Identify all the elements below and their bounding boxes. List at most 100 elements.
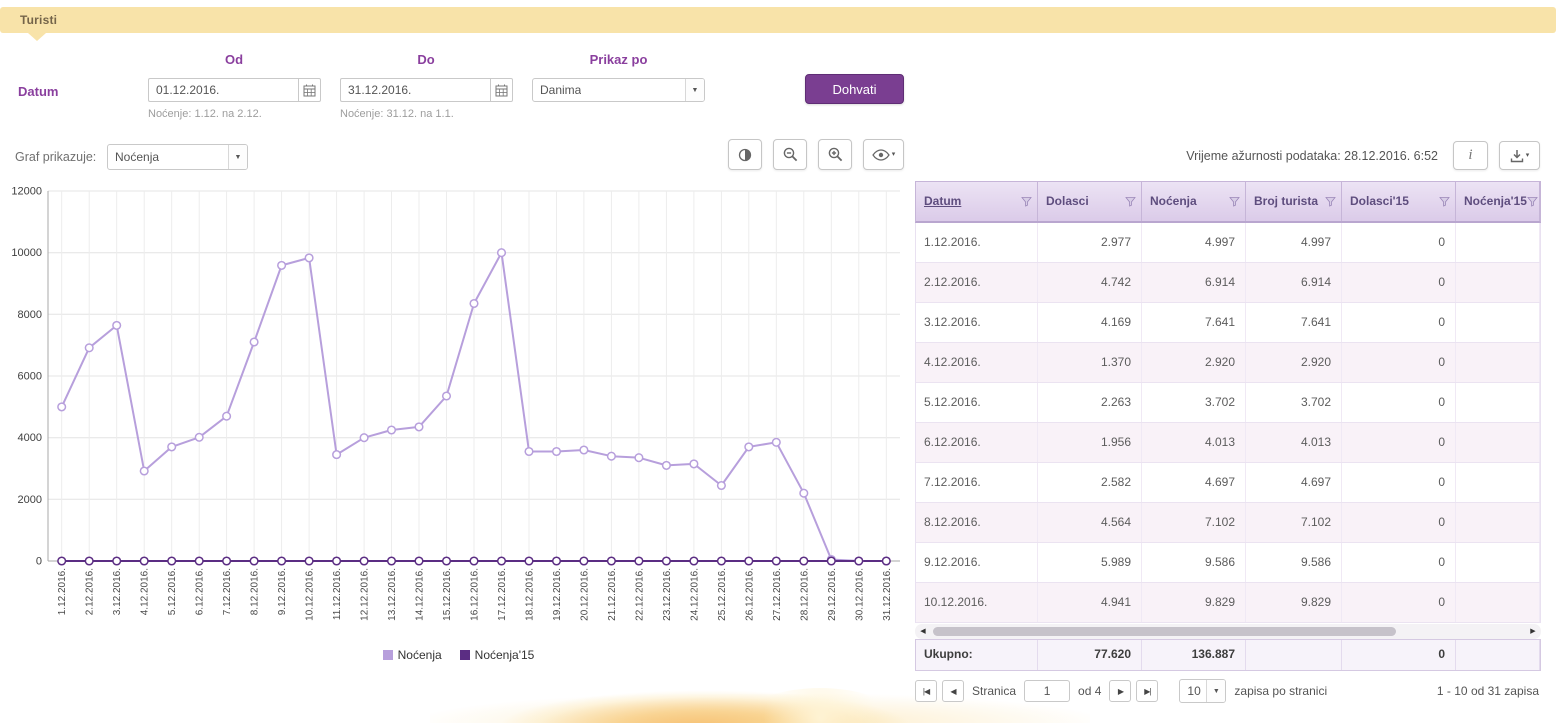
total-cell: 0 [1342, 640, 1456, 670]
table-cell: 9.586 [1142, 543, 1246, 582]
table-row[interactable]: 4.12.2016.1.3702.9202.9200 [916, 343, 1540, 383]
column-header-label: Noćenja [1150, 195, 1197, 209]
last-page-button[interactable]: ▶| [1136, 680, 1158, 702]
zoom-in-button[interactable] [818, 139, 852, 170]
column-header-4[interactable]: Dolasci'15 [1342, 182, 1456, 221]
first-page-button[interactable]: |◀ [915, 680, 937, 702]
table-cell [1456, 543, 1540, 582]
prikaz-po-select[interactable]: Danima ▼ [532, 78, 705, 102]
svg-text:24.12.2016.: 24.12.2016. [689, 568, 700, 621]
chevron-down-icon: ▾ [1526, 152, 1530, 159]
svg-text:30.12.2016.: 30.12.2016. [854, 568, 865, 621]
column-header-2[interactable]: Noćenja [1142, 182, 1246, 221]
zoom-out-icon [782, 146, 799, 163]
svg-text:13.12.2016.: 13.12.2016. [387, 568, 398, 621]
info-button[interactable]: i [1453, 141, 1488, 170]
legend-label: Noćenja [398, 648, 442, 662]
table-row[interactable]: 5.12.2016.2.2633.7023.7020 [916, 383, 1540, 423]
totals-cells: 77.620136.8870 [1038, 640, 1540, 670]
datum-label: Datum [18, 84, 58, 99]
legend-swatch [460, 650, 470, 660]
column-header-1[interactable]: Dolasci [1038, 182, 1142, 221]
do-date-input[interactable] [340, 78, 490, 102]
filter-icon[interactable] [1325, 196, 1336, 207]
do-hint: Noćenje: 31.12. na 1.1. [340, 108, 454, 120]
table-cell [1456, 383, 1540, 422]
series-visibility-button[interactable]: ▾ [863, 139, 904, 170]
download-button[interactable]: ▾ [1499, 141, 1540, 170]
svg-text:6.12.2016.: 6.12.2016. [195, 568, 206, 615]
per-page-label: zapisa po stranici [1234, 684, 1327, 698]
scrollbar-thumb[interactable] [933, 627, 1396, 636]
table-row[interactable]: 10.12.2016.4.9419.8299.8290 [916, 583, 1540, 623]
legend-item[interactable]: Noćenja [383, 648, 442, 662]
scroll-left-icon[interactable]: ◀ [917, 624, 929, 639]
svg-text:1.12.2016.: 1.12.2016. [57, 568, 68, 615]
svg-text:14.12.2016.: 14.12.2016. [415, 568, 426, 621]
table-cell: 4.013 [1246, 423, 1342, 462]
table-row[interactable]: 9.12.2016.5.9899.5869.5860 [916, 543, 1540, 583]
od-calendar-button[interactable] [298, 78, 321, 102]
svg-text:12.12.2016.: 12.12.2016. [360, 568, 371, 621]
table-row[interactable]: 7.12.2016.2.5824.6974.6970 [916, 463, 1540, 503]
chart-legend: Noćenja Noćenja'15 [12, 648, 905, 663]
prikaz-po-value: Danima [533, 83, 581, 97]
prev-page-button[interactable]: ◀ [942, 680, 964, 702]
table-cell: 4.169 [1038, 303, 1142, 342]
filter-icon[interactable] [1229, 196, 1240, 207]
chart-panel: Graf prikazuje: Noćenja ▼ ▾ 020004000600… [0, 136, 912, 696]
column-header-5[interactable]: Noćenja'15 [1456, 182, 1540, 221]
svg-text:2.12.2016.: 2.12.2016. [85, 568, 96, 615]
table-cell: 3.702 [1246, 383, 1342, 422]
column-header-0[interactable]: Datum [916, 182, 1038, 221]
chevron-down-icon: ▾ [892, 151, 896, 158]
svg-text:19.12.2016.: 19.12.2016. [552, 568, 563, 621]
calendar-icon [495, 84, 508, 97]
table-cell: 7.102 [1246, 503, 1342, 542]
tab-active-arrow [28, 33, 46, 41]
next-page-button[interactable]: ▶ [1109, 680, 1131, 702]
scroll-right-icon[interactable]: ▶ [1527, 624, 1539, 639]
table-row[interactable]: 1.12.2016.2.9774.9974.9970 [916, 223, 1540, 263]
table-row[interactable]: 8.12.2016.4.5647.1027.1020 [916, 503, 1540, 543]
filter-icon[interactable] [1021, 196, 1032, 207]
table-cell: 2.920 [1246, 343, 1342, 382]
filter-icon[interactable] [1125, 196, 1136, 207]
filter-icon[interactable] [1527, 196, 1538, 207]
legend-item[interactable]: Noćenja'15 [460, 648, 535, 662]
od-date-input[interactable] [148, 78, 298, 102]
tab-turisti[interactable]: Turisti [20, 13, 57, 27]
table-row[interactable]: 2.12.2016.4.7426.9146.9140 [916, 263, 1540, 303]
table-cell: 9.12.2016. [916, 543, 1038, 582]
graf-series-select[interactable]: Noćenja ▼ [107, 144, 248, 170]
download-icon [1510, 149, 1524, 163]
table-row[interactable]: 3.12.2016.4.1697.6417.6410 [916, 303, 1540, 343]
dohvati-button[interactable]: Dohvati [805, 74, 904, 104]
zoom-out-button[interactable] [773, 139, 807, 170]
page-number-input[interactable] [1024, 680, 1070, 702]
page-size-select[interactable]: 10 ▼ [1179, 679, 1226, 703]
toggle-view-button[interactable] [728, 139, 762, 170]
table-cell: 0 [1342, 543, 1456, 582]
table-row[interactable]: 6.12.2016.1.9564.0134.0130 [916, 423, 1540, 463]
table-panel: Vrijeme ažurnosti podataka: 28.12.2016. … [915, 140, 1542, 715]
table-cell: 0 [1342, 223, 1456, 262]
horizontal-scrollbar[interactable]: ◀ ▶ [915, 624, 1541, 639]
column-header-3[interactable]: Broj turista [1246, 182, 1342, 221]
table-cell: 0 [1342, 383, 1456, 422]
svg-text:20.12.2016.: 20.12.2016. [579, 568, 590, 621]
table-cell: 6.12.2016. [916, 423, 1038, 462]
svg-text:18.12.2016.: 18.12.2016. [524, 568, 535, 621]
page: Turisti Datum Od Do Prikaz po Noćenje: 1… [0, 0, 1556, 723]
svg-text:4.12.2016.: 4.12.2016. [140, 568, 151, 615]
graf-prikazuje-label: Graf prikazuje: [15, 150, 96, 164]
table-header-row: DatumDolasci Noćenja Broj turistaDolasci'1… [915, 181, 1541, 223]
do-calendar-button[interactable] [490, 78, 513, 102]
next-page-icon: ▶ [1118, 687, 1123, 696]
totals-row: Ukupno: 77.620136.8870 [915, 639, 1541, 671]
table-cell: 6.914 [1246, 263, 1342, 302]
last-page-icon: ▶| [1144, 687, 1150, 696]
filter-icon[interactable] [1439, 196, 1450, 207]
chevron-down-icon: ▼ [228, 145, 247, 169]
scrollbar-track[interactable] [931, 626, 1525, 637]
